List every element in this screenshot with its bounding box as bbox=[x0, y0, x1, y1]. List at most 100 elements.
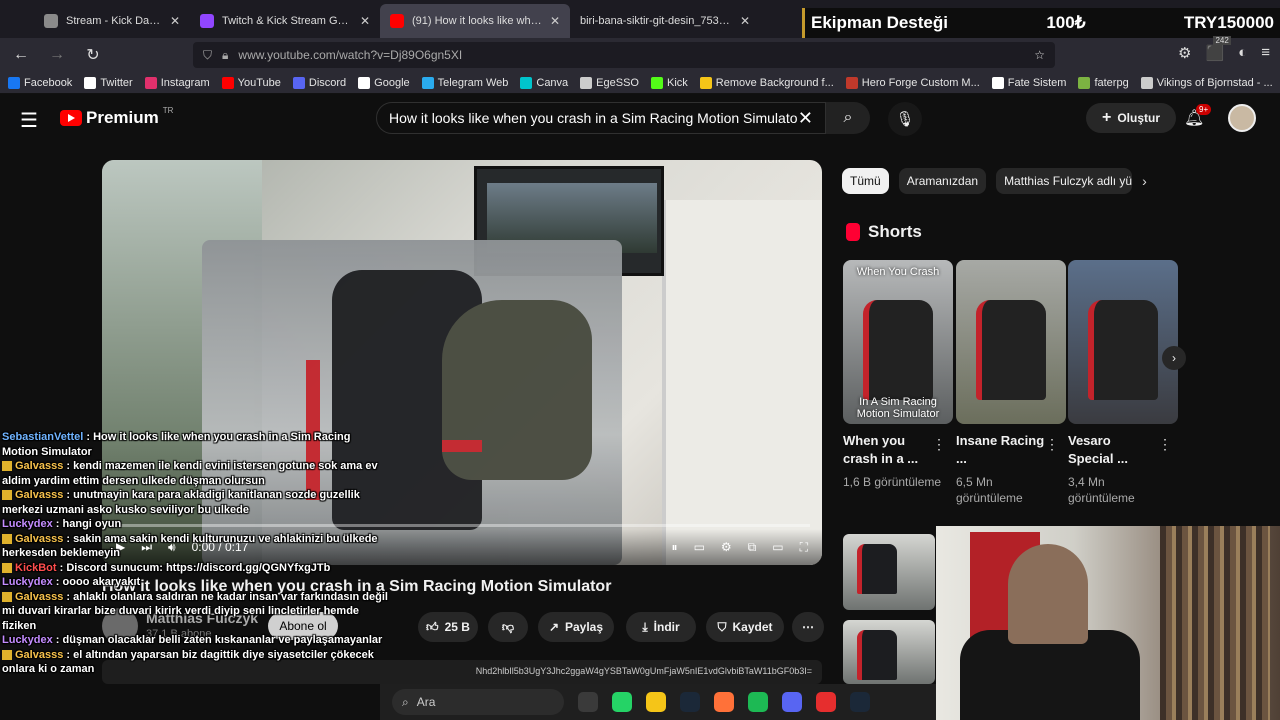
tab-close-icon[interactable]: ✕ bbox=[360, 14, 370, 28]
tab-image-file[interactable]: biri-bana-siktir-git-desin_753248.jpg ✕ bbox=[570, 4, 760, 38]
bookmark-item[interactable]: Hero Forge Custom M... bbox=[845, 76, 980, 89]
recommended-video-thumbnail[interactable] bbox=[843, 534, 935, 610]
voice-search-button[interactable]: 🎙︎ bbox=[888, 102, 922, 136]
bookmark-item[interactable]: faterpg bbox=[1078, 76, 1129, 89]
url-text[interactable]: www.youtube.com/watch?v=Dj89O6gn5XI bbox=[238, 48, 1024, 62]
bookmark-item[interactable]: YouTube bbox=[221, 76, 281, 89]
account-avatar[interactable] bbox=[1228, 104, 1256, 132]
bookmark-favicon-icon bbox=[1078, 76, 1091, 89]
like-button[interactable]: 👍︎ 25 B bbox=[418, 612, 478, 642]
search-input[interactable]: How it looks like when you crash in a Si… bbox=[376, 102, 826, 134]
short-title[interactable]: Vesaro Special ... bbox=[1068, 432, 1158, 468]
bookmark-item[interactable]: EgeSSO bbox=[580, 76, 639, 89]
bookmark-label: Remove Background f... bbox=[715, 76, 834, 89]
short-title[interactable]: When you crash in a ... bbox=[843, 432, 933, 468]
tab-youtube-video[interactable]: (91) How it looks like when ✕ bbox=[380, 4, 570, 38]
tab-close-icon[interactable]: ✕ bbox=[740, 14, 750, 28]
bookmark-item[interactable]: Discord bbox=[292, 76, 346, 89]
tab-stream-games[interactable]: Twitch & Kick Stream Games ✕ bbox=[190, 4, 380, 38]
menu-icon[interactable]: ≡ bbox=[1261, 44, 1270, 62]
more-vert-icon[interactable]: ⋮ bbox=[1158, 436, 1172, 453]
short-thumbnail[interactable]: When You Crash In A Sim Racing Motion Si… bbox=[843, 260, 953, 424]
plus-icon: + bbox=[1101, 109, 1112, 126]
taskbar-app-icon[interactable] bbox=[850, 692, 870, 712]
share-icon: ↗ bbox=[548, 620, 559, 634]
more-vert-icon[interactable]: ⋮ bbox=[1045, 436, 1059, 453]
bookmark-item[interactable]: Facebook bbox=[8, 76, 72, 89]
bookmark-item[interactable]: Remove Background f... bbox=[699, 76, 834, 89]
tab-close-icon[interactable]: ✕ bbox=[550, 14, 560, 28]
bookmark-item[interactable]: Fate Sistem bbox=[991, 76, 1066, 89]
video-scene-red-strap bbox=[442, 440, 482, 452]
taskbar-app-icon[interactable] bbox=[578, 692, 598, 712]
chat-message: Galvasss : sakin ama sakin kendi kulturu… bbox=[0, 532, 390, 561]
taskbar-search-placeholder: Ara bbox=[416, 695, 436, 709]
chat-message: SebastianVettel : How it looks like when… bbox=[0, 430, 390, 459]
bookmark-item[interactable]: Instagram bbox=[144, 76, 210, 89]
bookmark-label: Hero Forge Custom M... bbox=[861, 76, 980, 89]
taskbar-app-icon[interactable] bbox=[714, 692, 734, 712]
subtitles-icon[interactable]: ▭ bbox=[694, 540, 705, 554]
bookmark-item[interactable]: Twitter bbox=[84, 76, 133, 89]
chip-all[interactable]: Tümü bbox=[842, 168, 889, 194]
extension-icon[interactable]: ◐ bbox=[1238, 44, 1247, 62]
chevron-right-icon[interactable]: › bbox=[1142, 173, 1147, 189]
bookmark-item[interactable]: Canva bbox=[520, 76, 568, 89]
taskbar-app-icon[interactable] bbox=[680, 692, 700, 712]
download-button[interactable]: ⤓ İndir bbox=[626, 612, 696, 642]
bookmark-favicon-icon bbox=[1140, 76, 1153, 89]
youtube-logo[interactable]: Premium TR bbox=[60, 106, 173, 128]
more-actions-button[interactable]: ⋯ bbox=[792, 612, 824, 642]
fullscreen-icon[interactable]: ⛶ bbox=[800, 540, 808, 555]
chip-channel[interactable]: Matthias Fulczyk adlı yü bbox=[996, 168, 1133, 194]
more-vert-icon[interactable]: ⋮ bbox=[932, 436, 946, 453]
autoplay-toggle[interactable]: ⏸ bbox=[672, 540, 678, 555]
bookmark-star-icon[interactable]: ☆ bbox=[1034, 48, 1045, 62]
back-icon[interactable]: ← bbox=[10, 46, 32, 64]
address-bar[interactable]: ⛉ 🔒︎ www.youtube.com/watch?v=Dj89O6gn5XI… bbox=[193, 42, 1055, 68]
bookmark-item[interactable]: Vikings of Bjornstad - ... bbox=[1140, 76, 1273, 89]
chat-separator: : bbox=[63, 460, 74, 472]
extension-icon[interactable]: ⬛ 242 bbox=[1205, 36, 1231, 62]
short-views: 6,5 Mn görüntüleme bbox=[956, 475, 1023, 505]
hamburger-menu-icon[interactable]: ☰ bbox=[20, 108, 38, 133]
clear-search-icon[interactable]: ✕ bbox=[798, 108, 813, 129]
share-button[interactable]: ↗ Paylaş bbox=[538, 612, 614, 642]
theater-mode-icon[interactable]: ▭ bbox=[772, 540, 783, 554]
bookmark-item[interactable]: Telegram Web bbox=[421, 76, 508, 89]
taskbar-app-icon[interactable] bbox=[782, 692, 802, 712]
create-button[interactable]: + Oluştur bbox=[1086, 103, 1176, 133]
tab-title: Stream - Kick Dashboard bbox=[66, 15, 162, 27]
tab-kick-dashboard[interactable]: Stream - Kick Dashboard ✕ bbox=[0, 4, 190, 38]
search-icon: ⌕ bbox=[843, 109, 853, 126]
taskbar-search[interactable]: ⌕ Ara bbox=[392, 689, 564, 715]
bookmark-item[interactable]: Kick bbox=[650, 76, 688, 89]
save-label: Kaydet bbox=[732, 620, 773, 634]
taskbar-app-icon[interactable] bbox=[646, 692, 666, 712]
dislike-button[interactable]: 👎︎ bbox=[488, 612, 528, 642]
reload-icon[interactable]: ↻ bbox=[82, 45, 104, 65]
short-views: 1,6 B görüntüleme bbox=[843, 475, 942, 489]
chip-from-search[interactable]: Aramanızdan bbox=[898, 168, 987, 194]
forward-icon[interactable]: → bbox=[46, 46, 68, 64]
short-thumbnail[interactable] bbox=[956, 260, 1066, 424]
shorts-next-button[interactable]: › bbox=[1162, 346, 1186, 370]
shorts-header: Shorts bbox=[846, 222, 922, 242]
extension-icon[interactable]: ⚙ bbox=[1178, 44, 1191, 62]
chat-username: KickBot bbox=[15, 561, 57, 574]
short-title[interactable]: Insane Racing ... bbox=[956, 432, 1046, 468]
taskbar-app-icon[interactable] bbox=[816, 692, 836, 712]
short-thumbnail[interactable] bbox=[1068, 260, 1178, 424]
bookmark-item[interactable]: Google bbox=[358, 76, 410, 89]
taskbar-app-icon[interactable] bbox=[748, 692, 768, 712]
search-query[interactable]: How it looks like when you crash in a Si… bbox=[389, 110, 798, 126]
tab-close-icon[interactable]: ✕ bbox=[170, 14, 180, 28]
settings-gear-icon[interactable]: ⚙ bbox=[721, 540, 732, 554]
save-button[interactable]: ⛉ Kaydet bbox=[706, 612, 784, 642]
search-button[interactable]: ⌕ bbox=[826, 102, 870, 134]
recommended-video-thumbnail[interactable] bbox=[843, 620, 935, 684]
shield-icon[interactable]: ⛉ bbox=[203, 48, 212, 63]
taskbar-app-icon[interactable] bbox=[612, 692, 632, 712]
lock-icon[interactable]: 🔒︎ bbox=[222, 48, 228, 63]
miniplayer-icon[interactable]: ⧉ bbox=[748, 540, 757, 555]
